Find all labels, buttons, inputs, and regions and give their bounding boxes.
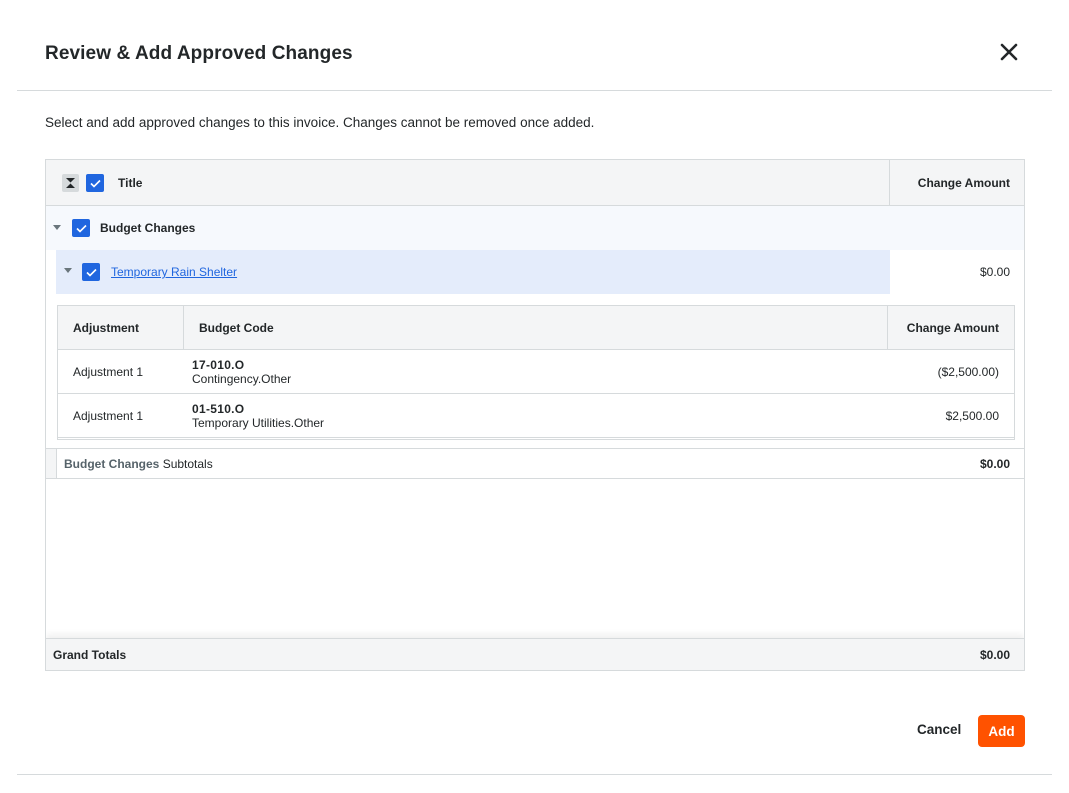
table-row: Adjustment 1 01-510.O Temporary Utilitie… — [58, 394, 1014, 438]
subtotal-label: Budget Changes Subtotals — [64, 457, 213, 471]
column-divider — [889, 160, 890, 206]
table-row: Adjustment 1 17-010.O Contingency.Other … — [58, 350, 1014, 394]
table-header: Title Change Amount — [46, 160, 1024, 206]
cancel-button[interactable]: Cancel — [917, 722, 961, 737]
adjustment-cell: Adjustment 1 — [73, 365, 144, 379]
item-checkbox[interactable] — [82, 263, 100, 281]
checkmark-icon — [75, 224, 87, 233]
column-divider — [887, 306, 888, 350]
budget-code-description: Temporary Utilities.Other — [192, 416, 325, 430]
subtotal-indent-bar — [46, 449, 57, 478]
modal-header: Review & Add Approved Changes — [17, 17, 1052, 91]
item-row: Temporary Rain Shelter — [56, 250, 890, 294]
close-button[interactable] — [998, 41, 1020, 63]
modal-title: Review & Add Approved Changes — [45, 43, 353, 64]
grand-totals-row: Grand Totals $0.00 — [46, 638, 1024, 670]
collapse-caret-icon[interactable] — [53, 225, 61, 230]
subtable-header: Adjustment Budget Code Change Amount — [58, 306, 1014, 350]
budget-code-description: Contingency.Other — [192, 372, 292, 386]
item-change-amount: $0.00 — [979, 265, 1010, 279]
checkmark-icon — [89, 179, 101, 188]
collapse-caret-icon[interactable] — [64, 268, 72, 273]
column-header-change-amount: Change Amount — [917, 176, 1010, 190]
subtotal-group-name: Budget Changes — [64, 457, 160, 471]
approved-changes-table: Title Change Amount Budget Changes Tempo… — [45, 159, 1025, 671]
modal-description: Select and add approved changes to this … — [45, 115, 595, 130]
group-checkbox[interactable] — [72, 219, 90, 237]
group-row-budget-changes: Budget Changes — [46, 206, 1024, 250]
change-amount-cell: ($2,500.00) — [937, 365, 999, 379]
subtable-header-budget-code: Budget Code — [199, 321, 274, 335]
expand-all-button[interactable] — [62, 174, 79, 192]
change-amount-cell: $2,500.00 — [945, 409, 999, 423]
column-header-title: Title — [118, 176, 143, 190]
subtable-header-change-amount: Change Amount — [906, 321, 999, 335]
budget-code: 17-010.O — [192, 358, 245, 372]
subtotal-suffix: Subtotals — [162, 457, 213, 471]
subtotal-row: Budget Changes Subtotals $0.00 — [46, 448, 1024, 479]
subtotal-value: $0.00 — [979, 457, 1010, 471]
column-divider — [183, 306, 184, 350]
review-approved-changes-modal: Review & Add Approved Changes Select and… — [17, 17, 1052, 775]
group-label: Budget Changes — [100, 221, 196, 235]
checkmark-icon — [85, 268, 97, 277]
expand-collapse-icon — [66, 178, 75, 188]
item-title-link[interactable]: Temporary Rain Shelter — [111, 265, 237, 279]
adjustments-subtable: Adjustment Budget Code Change Amount Adj… — [57, 305, 1015, 440]
grand-totals-label: Grand Totals — [53, 648, 127, 662]
budget-code: 01-510.O — [192, 402, 245, 416]
subtable-header-adjustment: Adjustment — [73, 321, 139, 335]
adjustment-cell: Adjustment 1 — [73, 409, 144, 423]
close-icon — [1000, 43, 1018, 61]
select-all-checkbox[interactable] — [86, 174, 104, 192]
grand-totals-value: $0.00 — [979, 648, 1010, 662]
add-button[interactable]: Add — [978, 715, 1025, 747]
